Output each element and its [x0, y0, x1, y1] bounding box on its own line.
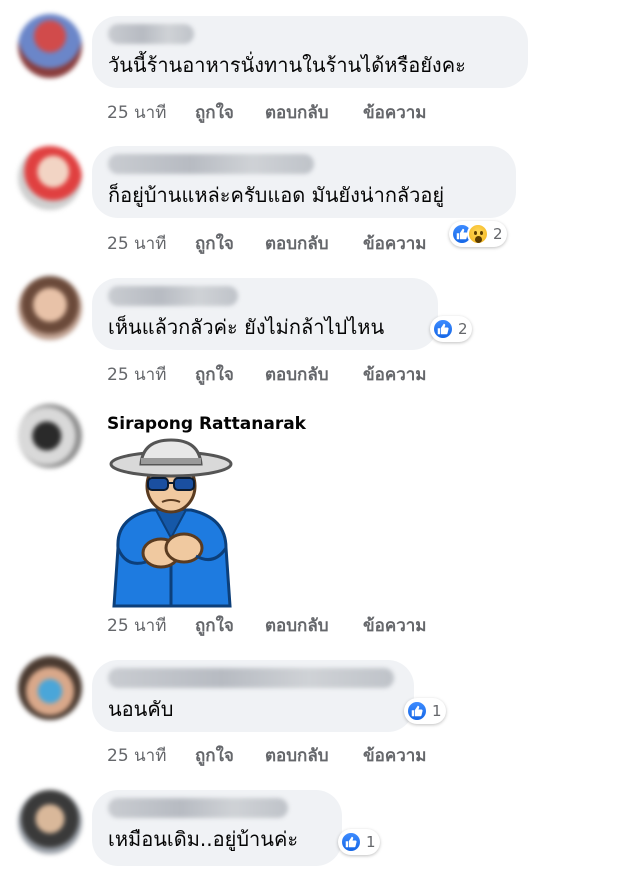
message-link[interactable]: ข้อความ: [363, 742, 427, 769]
reply-link[interactable]: ตอบกลับ: [265, 742, 363, 769]
comment-actions: 25 นาที ถูกใจ ตอบกลับ ข้อความ: [107, 99, 427, 126]
reaction-count: 1: [432, 702, 442, 720]
reply-link[interactable]: ตอบกลับ: [265, 612, 363, 639]
message-link[interactable]: ข้อความ: [363, 230, 427, 257]
comment-text: เห็นแล้วกลัวค่ะ ยังไม่กล้าไปไหน: [108, 315, 385, 339]
reaction-count: 1: [366, 833, 376, 851]
comment-bubble: ก็อยู่บ้านแหล่ะครับแอด มันยังน่ากลัวอยู่: [92, 146, 516, 218]
message-link[interactable]: ข้อความ: [363, 99, 427, 126]
comment-text: เหมือนเดิม..อยู่บ้านค่ะ: [108, 827, 299, 851]
author-name[interactable]: Sirapong Rattanarak: [107, 414, 306, 434]
comment-bubble: วันนี้ร้านอาหารนั่งทานในร้านได้หรือยังคะ: [92, 16, 528, 88]
timestamp[interactable]: 25 นาที: [107, 230, 195, 257]
like-link[interactable]: ถูกใจ: [195, 612, 265, 639]
like-icon: [340, 831, 362, 853]
comment-bubble: เห็นแล้วกลัวค่ะ ยังไม่กล้าไปไหน: [92, 278, 438, 350]
reaction-summary[interactable]: 1: [338, 829, 380, 855]
wow-icon: [467, 223, 489, 245]
reaction-count: 2: [493, 225, 503, 243]
author-name-blurred[interactable]: [108, 24, 194, 44]
reply-link[interactable]: ตอบกลับ: [265, 230, 363, 257]
author-name-blurred[interactable]: [108, 668, 394, 688]
reaction-summary[interactable]: 2: [430, 316, 472, 342]
comment-actions: 25 นาที ถูกใจ ตอบกลับ ข้อความ: [107, 612, 427, 639]
like-link[interactable]: ถูกใจ: [195, 361, 265, 388]
reaction-count: 2: [458, 320, 468, 338]
author-name-blurred[interactable]: [108, 154, 314, 174]
comment-bubble: นอนคับ: [92, 660, 414, 732]
message-link[interactable]: ข้อความ: [363, 361, 427, 388]
timestamp[interactable]: 25 นาที: [107, 612, 195, 639]
comment-actions: 25 นาที ถูกใจ ตอบกลับ ข้อความ: [107, 230, 427, 257]
author-name-blurred[interactable]: [108, 286, 238, 306]
avatar[interactable]: [18, 404, 82, 468]
comment-text: นอนคับ: [108, 697, 174, 721]
comment-actions: 25 นาที ถูกใจ ตอบกลับ ข้อความ: [107, 742, 427, 769]
avatar[interactable]: [18, 276, 82, 340]
reaction-summary[interactable]: 2: [449, 221, 507, 247]
comment-text: วันนี้ร้านอาหารนั่งทานในร้านได้หรือยังคะ: [108, 53, 466, 77]
comment-text: ก็อยู่บ้านแหล่ะครับแอด มันยังน่ากลัวอยู่: [108, 183, 445, 207]
old-man-clapping-sticker: [96, 438, 246, 608]
reply-link[interactable]: ตอบกลับ: [265, 99, 363, 126]
comment-thread: วันนี้ร้านอาหารนั่งทานในร้านได้หรือยังคะ…: [0, 0, 628, 872]
author-name-blurred[interactable]: [108, 798, 288, 818]
reaction-summary[interactable]: 1: [404, 698, 446, 724]
reply-link[interactable]: ตอบกลับ: [265, 361, 363, 388]
timestamp[interactable]: 25 นาที: [107, 742, 195, 769]
like-link[interactable]: ถูกใจ: [195, 99, 265, 126]
avatar[interactable]: [18, 656, 82, 720]
comment-actions: 25 นาที ถูกใจ ตอบกลับ ข้อความ: [107, 361, 427, 388]
like-link[interactable]: ถูกใจ: [195, 230, 265, 257]
timestamp[interactable]: 25 นาที: [107, 361, 195, 388]
like-icon: [406, 700, 428, 722]
timestamp[interactable]: 25 นาที: [107, 99, 195, 126]
avatar[interactable]: [18, 146, 82, 210]
like-link[interactable]: ถูกใจ: [195, 742, 265, 769]
message-link[interactable]: ข้อความ: [363, 612, 427, 639]
comment-bubble: เหมือนเดิม..อยู่บ้านค่ะ: [92, 790, 342, 866]
avatar[interactable]: [18, 14, 82, 78]
like-icon: [432, 318, 454, 340]
avatar[interactable]: [18, 790, 82, 854]
